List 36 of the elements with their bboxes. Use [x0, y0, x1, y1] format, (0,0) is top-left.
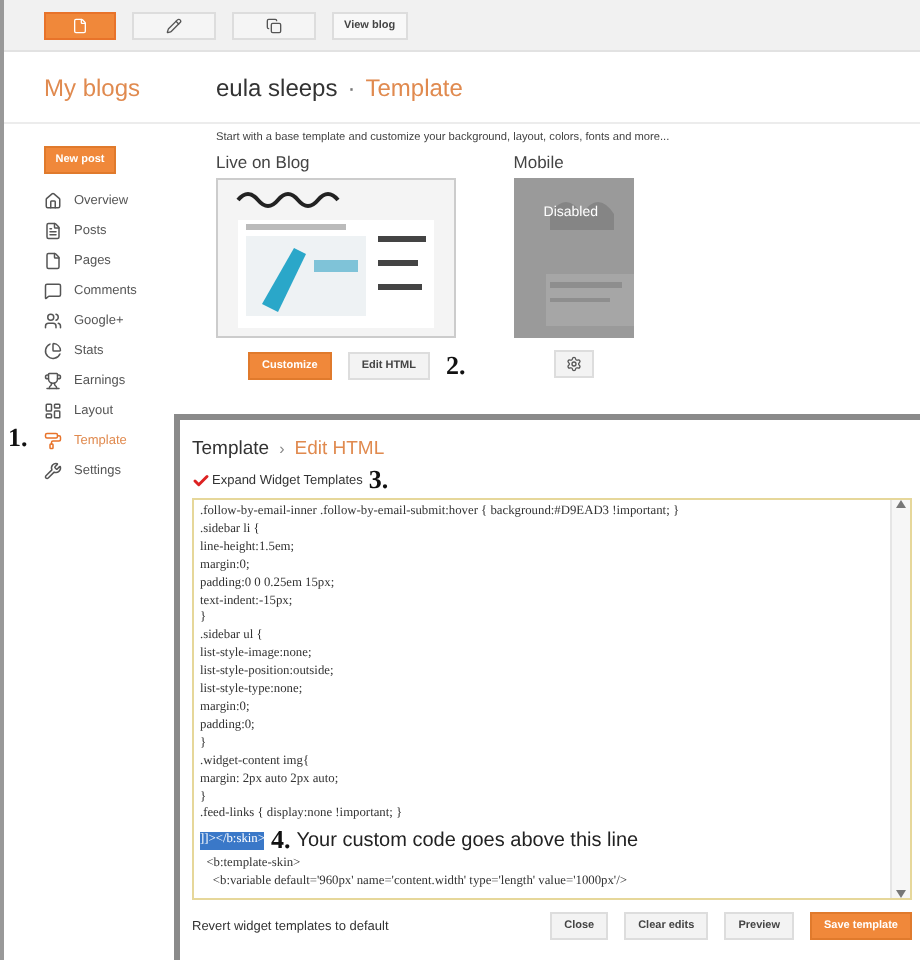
page-icon [44, 252, 62, 270]
live-heading: Live on Blog [216, 152, 312, 172]
scroll-up-icon[interactable] [896, 500, 906, 508]
page-icon [72, 17, 88, 33]
page-title: Template [365, 73, 463, 101]
pie-chart-icon [44, 342, 62, 360]
paint-roller-icon [44, 432, 62, 450]
blog-name: eula sleeps [216, 73, 338, 101]
people-icon [44, 312, 62, 330]
checkbox[interactable] [192, 471, 210, 489]
step-number: 1. [8, 422, 28, 454]
settings-icon [565, 356, 582, 372]
breadcrumb-separator: › [279, 439, 285, 457]
step-number: 4. [270, 824, 291, 857]
scroll-down-icon[interactable] [896, 890, 906, 898]
breadcrumb-link[interactable]: Template [192, 437, 270, 459]
copy-icon [266, 17, 282, 33]
annotation-text: Your custom code goes above this line [296, 829, 639, 852]
document-icon [44, 222, 62, 240]
step-number: 2. [446, 350, 466, 382]
breadcrumb-current: Edit HTML [294, 437, 385, 459]
wrench-icon [44, 462, 62, 480]
scrollbar[interactable] [890, 500, 910, 898]
layout-icon [44, 402, 62, 420]
pencil-icon [166, 17, 182, 33]
settings-button[interactable] [553, 350, 594, 378]
speech-bubble-icon [44, 282, 62, 300]
trophy-icon [44, 372, 62, 390]
code-editor[interactable] [192, 498, 912, 900]
separator: · [347, 73, 356, 101]
blogger-button[interactable] [44, 11, 116, 39]
pages-button[interactable] [232, 11, 316, 39]
home-icon [44, 192, 62, 210]
mobile-heading: Mobile [513, 152, 566, 172]
step-number: 3. [368, 464, 389, 496]
edit-button[interactable] [132, 11, 216, 39]
